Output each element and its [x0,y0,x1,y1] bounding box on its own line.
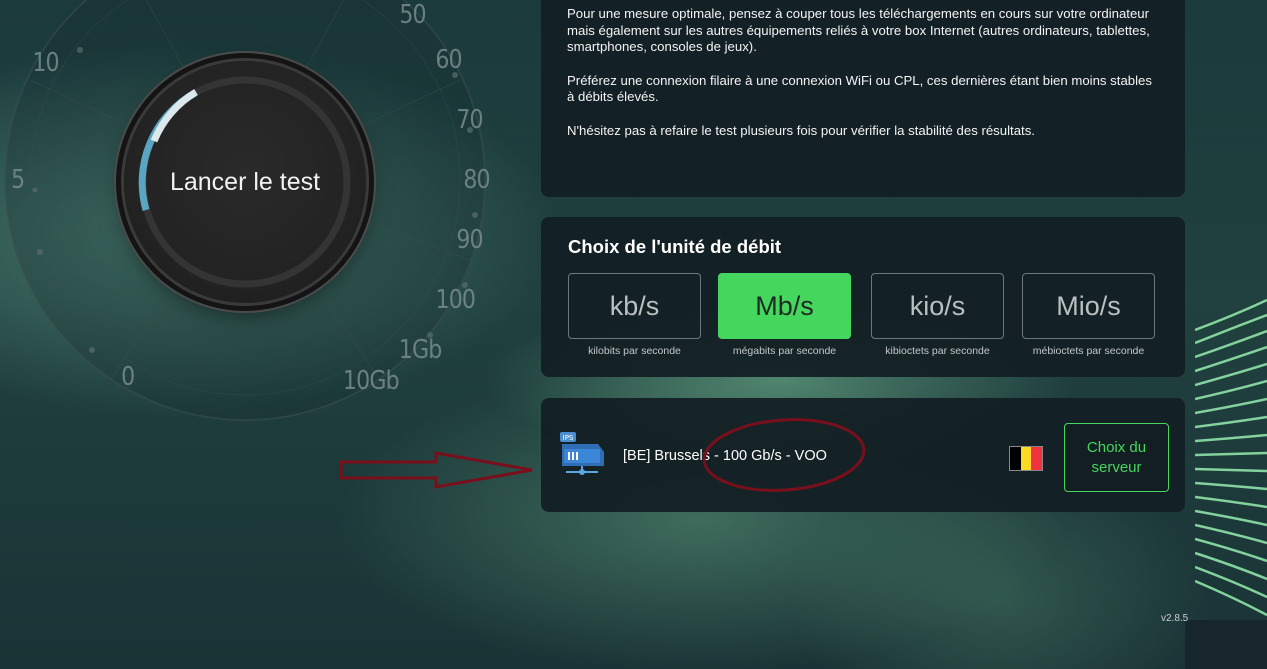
gauge-scale-label: 70 [456,105,483,135]
info-paragraph: Préférez une connexion filaire à une con… [567,72,1152,105]
unit-option-mios[interactable]: Mio/s [1022,273,1155,339]
annotation-arrow-icon [339,451,533,489]
gauge-scale-label: 0 [121,362,135,392]
progress-arc-icon [138,76,351,288]
gauge-scale-label: 50 [399,0,426,30]
unit-panel: Choix de l'unité de débit kb/s kilobits … [541,217,1185,377]
start-test-button[interactable]: Lancer le test [124,61,366,303]
server-icon-label: IPS [563,434,574,442]
info-paragraph: N'hésitez pas à refaire le test plusieur… [567,122,1035,138]
belgium-flag-icon [1009,446,1043,471]
unit-panel-title: Choix de l'unité de débit [568,236,782,257]
decorative-lines-icon [1195,298,1267,617]
gauge-scale-label: 60 [435,45,462,75]
unit-option-description: mégabits par seconde [732,345,837,357]
unit-option-description: kilobits par seconde [588,345,681,357]
gauge-scale-label: 5 [11,165,25,195]
gauge-scale-label: 100 [435,285,476,315]
unit-option-kbps[interactable]: kb/s [568,273,701,339]
unit-option-mbps[interactable]: Mb/s [718,273,851,339]
gauge-scale-label: 10 [32,48,59,78]
info-paragraph: Pour une mesure optimale, pensez à coupe… [567,6,1150,54]
app-version: v2.8.5 [1161,613,1189,624]
gauge-scale-label: 10Gb [342,366,400,396]
unit-option-description: kibioctets par seconde [885,345,990,357]
choose-server-button[interactable]: Choix du serveur [1064,423,1169,492]
unit-option-kios[interactable]: kio/s [871,273,1004,339]
gauge-scale-label: 80 [463,165,490,195]
unit-option-description: mébioctets par seconde [1032,345,1145,357]
server-panel: IPS [BE] Brussels - 100 Gb/s - VOO Choix… [541,398,1185,512]
gauge-scale-label: 1Gb [398,335,443,365]
ips-server-icon: IPS [560,432,604,475]
corner-strip [1185,620,1267,669]
speed-gauge: 5 10 50 60 70 80 90 100 1Gb 10Gb 0 Lance… [0,0,520,430]
gauge-scale-label: 90 [456,225,483,255]
server-name: [BE] Brussels - 100 Gb/s - VOO [623,448,827,464]
info-panel: Pour une mesure optimale, pensez à coupe… [541,0,1185,197]
